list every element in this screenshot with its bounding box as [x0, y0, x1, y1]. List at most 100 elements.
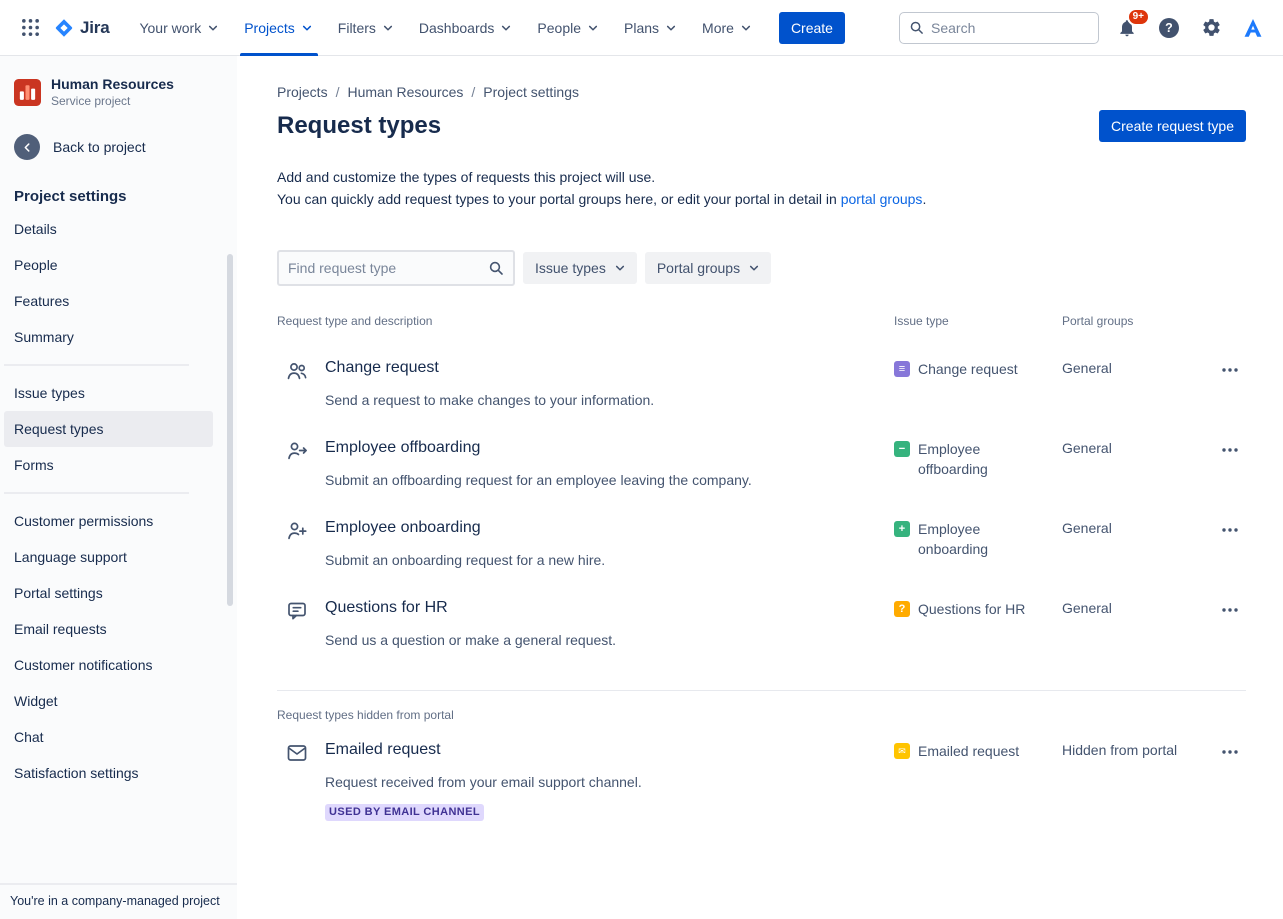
sidebar-item-details[interactable]: Details	[4, 211, 213, 247]
nav-item-label: Your work	[139, 20, 201, 36]
sidebar-item-email-requests[interactable]: Email requests	[4, 611, 213, 647]
emailed-request-issue-icon: ✉	[894, 743, 910, 759]
create-request-type-button[interactable]: Create request type	[1099, 110, 1246, 142]
nav-item-people[interactable]: People	[525, 0, 612, 56]
request-type-name-link[interactable]: Change request	[325, 358, 439, 378]
header-issue-type: Issue type	[894, 314, 1062, 328]
sidebar-item-issue-types[interactable]: Issue types	[4, 375, 213, 411]
find-request-type-input[interactable]	[288, 260, 488, 276]
nav-item-projects[interactable]: Projects	[232, 0, 326, 56]
issue-type-label: Change request	[918, 359, 1018, 379]
page-title: Request types	[277, 112, 441, 140]
more-options-icon	[1220, 742, 1240, 762]
header-portal-groups: Portal groups	[1062, 314, 1202, 328]
issue-icon-glyph: ≡	[899, 364, 905, 375]
breadcrumb-separator: /	[336, 84, 340, 100]
chevron-down-icon	[206, 21, 220, 35]
nav-item-label: Dashboards	[419, 20, 495, 36]
more-options-icon	[1220, 440, 1240, 460]
portal-group-cell: General	[1062, 598, 1202, 650]
table-row: Emailed request Request received from yo…	[277, 722, 1246, 831]
row-actions-button[interactable]	[1214, 740, 1246, 764]
settings-nav: Details People Features Summary Issue ty…	[0, 211, 237, 791]
breadcrumb-project-settings[interactable]: Project settings	[483, 84, 579, 100]
sidebar-item-features[interactable]: Features	[4, 283, 213, 319]
chevron-down-icon	[739, 21, 753, 35]
sidebar-item-satisfaction-settings[interactable]: Satisfaction settings	[4, 755, 213, 791]
hidden-from-portal-section-label: Request types hidden from portal	[277, 690, 1246, 722]
back-to-project-button[interactable]: Back to project	[0, 134, 237, 160]
request-type-name-link[interactable]: Employee offboarding	[325, 438, 480, 458]
jira-logo[interactable]: Jira	[54, 18, 109, 38]
jira-logo-text: Jira	[80, 18, 109, 38]
request-type-cell: Emailed request Request received from yo…	[277, 740, 894, 821]
portal-groups-link[interactable]: portal groups	[841, 191, 923, 207]
more-options-icon	[1220, 360, 1240, 380]
row-actions-button[interactable]	[1214, 518, 1246, 542]
employee-offboarding-issue-icon: −	[894, 441, 910, 457]
sidebar-item-summary[interactable]: Summary	[4, 319, 213, 355]
sidebar-item-widget[interactable]: Widget	[4, 683, 213, 719]
gear-icon	[1201, 17, 1222, 38]
request-type-name-link[interactable]: Emailed request	[325, 740, 441, 760]
request-type-name-link[interactable]: Questions for HR	[325, 598, 448, 618]
more-options-icon	[1220, 520, 1240, 540]
page-description-text: You can quickly add request types to you…	[277, 191, 837, 207]
breadcrumb-human-resources[interactable]: Human Resources	[347, 84, 463, 100]
request-type-cell: Employee onboarding Submit an onboarding…	[277, 518, 894, 570]
profile-avatar[interactable]	[1239, 14, 1267, 42]
notifications-button[interactable]: 9+	[1113, 14, 1141, 42]
request-type-name-link[interactable]: Employee onboarding	[325, 518, 481, 538]
row-actions-button[interactable]	[1214, 438, 1246, 462]
nav-item-filters[interactable]: Filters	[326, 0, 407, 56]
breadcrumb-projects[interactable]: Projects	[277, 84, 328, 100]
sidebar-item-people[interactable]: People	[4, 247, 213, 283]
chevron-down-icon	[664, 21, 678, 35]
chevron-down-icon	[613, 261, 627, 275]
app-switcher-icon[interactable]	[14, 12, 46, 44]
table-header-row: Request type and description Issue type …	[277, 314, 1246, 340]
portal-groups-dropdown-label: Portal groups	[657, 260, 740, 276]
row-actions-button[interactable]	[1214, 598, 1246, 622]
actions-cell	[1202, 358, 1246, 410]
sidebar-item-portal-settings[interactable]: Portal settings	[4, 575, 213, 611]
request-type-description: Send us a question or make a general req…	[325, 630, 616, 650]
search-icon	[488, 260, 504, 276]
actions-cell	[1202, 598, 1246, 650]
help-button[interactable]: ?	[1155, 14, 1183, 42]
global-search-input[interactable]	[931, 20, 1089, 36]
search-icon	[909, 20, 924, 35]
issue-type-cell: − Employee offboarding	[894, 438, 1062, 490]
sidebar-item-customer-permissions[interactable]: Customer permissions	[4, 503, 213, 539]
person-remove-icon	[285, 439, 309, 463]
create-button[interactable]: Create	[779, 12, 845, 44]
nav-item-your-work[interactable]: Your work	[127, 0, 232, 56]
questions-for-hr-issue-icon: ?	[894, 601, 910, 617]
atlassian-icon	[1242, 17, 1264, 39]
chevron-down-icon	[747, 261, 761, 275]
sidebar-item-forms[interactable]: Forms	[4, 447, 213, 483]
employee-onboarding-issue-icon: +	[894, 521, 910, 537]
notifications-count-badge: 9+	[1127, 8, 1150, 26]
nav-item-plans[interactable]: Plans	[612, 0, 690, 56]
envelope-icon	[285, 741, 309, 765]
nav-item-dashboards[interactable]: Dashboards	[407, 0, 526, 56]
issue-type-cell: + Employee onboarding	[894, 518, 1062, 570]
sidebar-item-chat[interactable]: Chat	[4, 719, 213, 755]
row-actions-button[interactable]	[1214, 358, 1246, 382]
settings-button[interactable]	[1197, 14, 1225, 42]
sidebar-item-language-support[interactable]: Language support	[4, 539, 213, 575]
sidebar-scrollbar[interactable]	[227, 254, 233, 606]
portal-groups-dropdown[interactable]: Portal groups	[645, 252, 771, 284]
nav-item-more[interactable]: More	[690, 0, 765, 56]
table-row: Questions for HR Send us a question or m…	[277, 580, 1246, 660]
sidebar-item-customer-notifications[interactable]: Customer notifications	[4, 647, 213, 683]
svg-text:?: ?	[1165, 21, 1173, 35]
top-navigation-bar: Jira Your work Projects Filters Dashboar…	[0, 0, 1283, 56]
issue-types-dropdown[interactable]: Issue types	[523, 252, 637, 284]
chevron-down-icon	[499, 21, 513, 35]
sidebar-item-request-types[interactable]: Request types	[4, 411, 213, 447]
speech-bubble-icon	[285, 599, 309, 623]
request-type-description: Send a request to make changes to your i…	[325, 390, 654, 410]
request-type-cell: Questions for HR Send us a question or m…	[277, 598, 894, 650]
